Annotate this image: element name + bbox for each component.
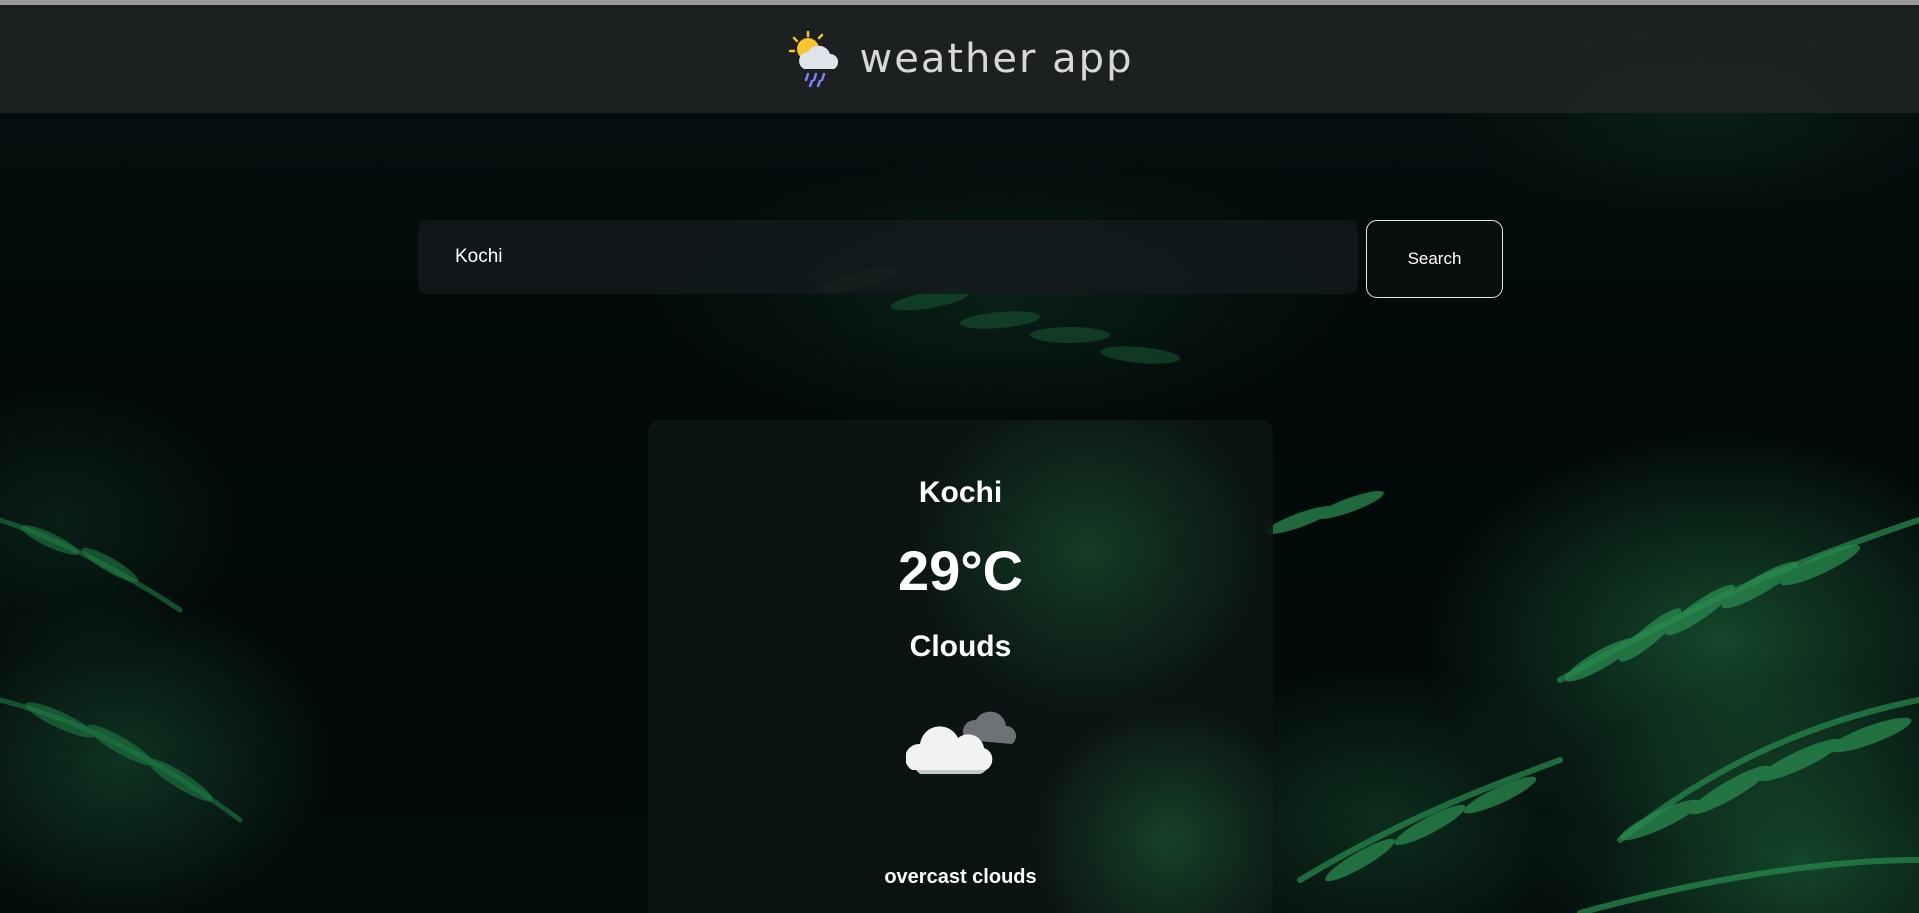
- app-header: weather app: [0, 5, 1919, 113]
- weather-card: Kochi 29°C Clouds overcast clouds: [648, 420, 1273, 913]
- clouds-icon: [906, 711, 1016, 774]
- city-search-input[interactable]: [418, 220, 1358, 294]
- weather-description: overcast clouds: [884, 866, 1037, 888]
- city-name: Kochi: [918, 476, 1003, 509]
- search-button[interactable]: Search: [1366, 220, 1503, 298]
- search-bar: Search: [418, 220, 1503, 298]
- app-title: weather app: [859, 36, 1134, 82]
- sun-behind-rain-cloud-icon: [788, 30, 838, 88]
- temperature: 29°C: [897, 539, 1024, 602]
- weather-condition: Clouds: [909, 630, 1012, 663]
